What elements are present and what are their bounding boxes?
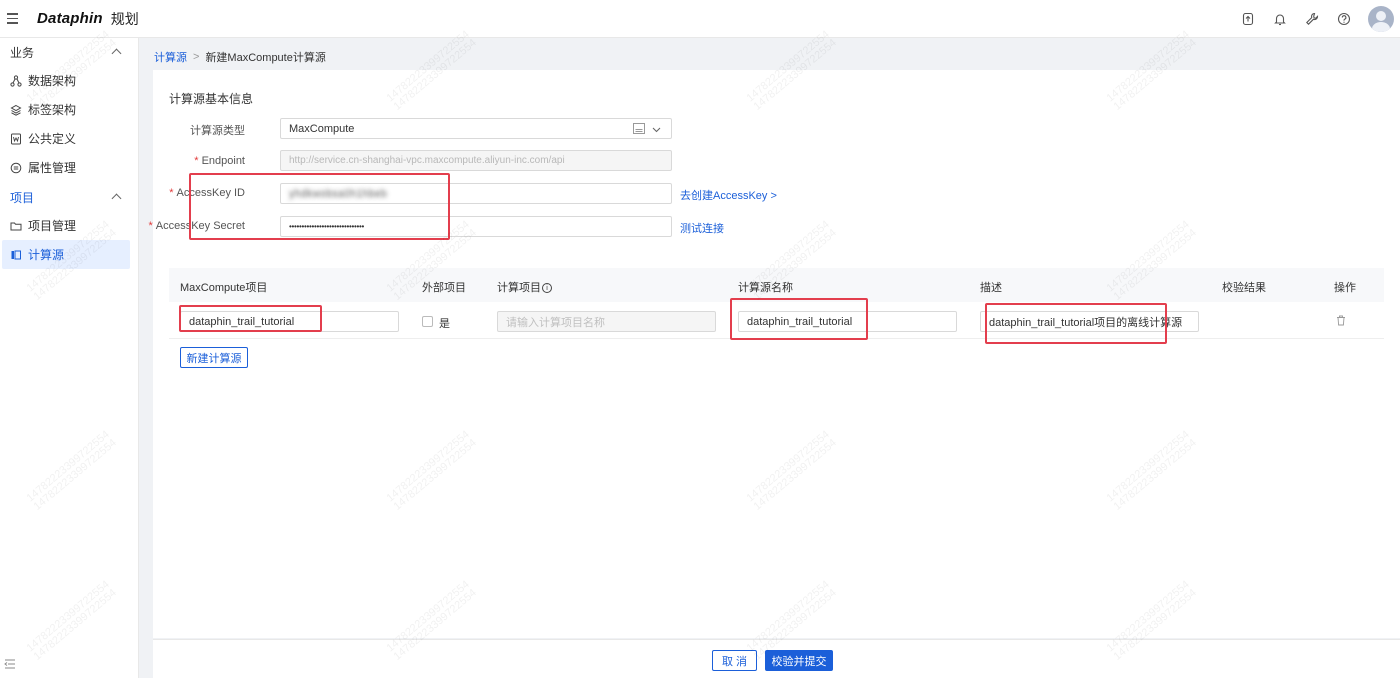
user-avatar[interactable] [1368, 6, 1394, 32]
document-icon [10, 133, 22, 145]
module-title: 规划 [110, 10, 139, 27]
endpoint-label: * Endpoint [194, 155, 245, 167]
sidebar-item-data-architecture[interactable]: 数据架构 [0, 66, 138, 95]
create-accesskey-link[interactable]: 去创建AccessKey > [680, 187, 777, 203]
collapse-sidebar-icon[interactable] [4, 658, 16, 669]
delete-icon[interactable] [1336, 315, 1346, 329]
main-panel: 计算源基本信息 计算源类型 MaxCompute * Endpoint http:… [148, 70, 1400, 638]
wrench-icon[interactable] [1304, 11, 1320, 27]
header-maxcompute-project: MaxCompute项目 [180, 282, 268, 294]
sidebar-item-tag-architecture[interactable]: 标签架构 [0, 95, 138, 124]
header-external-project: 外部项目 [422, 282, 466, 294]
header-compute-project: 计算项目 i [497, 279, 552, 295]
external-project-label: 是 [439, 318, 450, 330]
sidebar-item-compute-source[interactable]: 计算源 [2, 240, 130, 269]
top-bar: Dataphin 规划 [0, 0, 1400, 38]
layers-icon [10, 104, 22, 116]
breadcrumb-current: 新建MaxCompute计算源 [205, 52, 326, 64]
list-icon [633, 123, 645, 137]
header-source-name: 计算源名称 [738, 282, 793, 294]
menu-icon[interactable] [5, 9, 25, 28]
header-validation-result: 校验结果 [1222, 282, 1266, 294]
info-icon[interactable]: i [542, 283, 552, 294]
access-key-secret-input[interactable]: •••••••••••••••••••••••••••••• [280, 216, 672, 237]
sidebar-item-project-management[interactable]: 项目管理 [0, 211, 138, 240]
sidebar-group-project[interactable]: 项目 [0, 183, 138, 211]
validate-submit-button[interactable]: 校验并提交 [765, 650, 833, 671]
sidebar-item-label: 标签架构 [28, 103, 77, 117]
add-compute-source-button[interactable]: 新建计算源 [180, 347, 248, 368]
sidebar-item-label: 公共定义 [28, 132, 77, 146]
compute-project-input[interactable]: 请输入计算项目名称 [497, 311, 716, 332]
maxcompute-project-input[interactable]: dataphin_trail_tutorial [180, 311, 399, 332]
section-title: 计算源基本信息 [169, 92, 254, 106]
sidebar-group-business[interactable]: 业务 [0, 38, 138, 66]
access-key-id-label: * AccessKey ID [169, 187, 245, 199]
architecture-icon [10, 74, 22, 87]
breadcrumb: 计算源 > 新建MaxCompute计算源 [154, 49, 326, 65]
header-description: 描述 [980, 282, 1002, 294]
type-label: 计算源类型 [190, 125, 245, 137]
breadcrumb-parent-link[interactable]: 计算源 [154, 49, 187, 65]
sidebar-item-public-definition[interactable]: 公共定义 [0, 124, 138, 153]
access-key-secret-label: * AccessKey Secret [148, 220, 245, 232]
table-row: dataphin_trail_tutorial 是 请输入计算项目名称 data… [169, 303, 1384, 339]
sidebar-item-label: 计算源 [28, 248, 65, 262]
attribute-icon [10, 162, 22, 174]
cancel-button[interactable]: 取 消 [712, 650, 757, 671]
external-project-checkbox[interactable] [422, 316, 433, 327]
sidebar-group-label: 项目 [10, 190, 35, 205]
sidebar-item-label: 项目管理 [28, 219, 77, 233]
bell-icon[interactable] [1272, 11, 1288, 27]
test-connection-link[interactable]: 测试连接 [680, 220, 724, 236]
compute-source-icon [10, 249, 22, 261]
sidebar: 业务 数据架构 标签架构 公共定义 属性管理 项目 项目管理 计算源 [0, 38, 139, 678]
endpoint-input[interactable]: http://service.cn-shanghai-vpc.maxcomput… [280, 150, 672, 171]
sidebar-item-label: 数据架构 [28, 74, 77, 88]
sidebar-group-label: 业务 [10, 45, 35, 60]
table-header: MaxCompute项目 外部项目 计算项目 i 计算源名称 描述 校验结果 操作 [169, 268, 1384, 302]
folder-icon [10, 220, 22, 232]
sidebar-item-label: 属性管理 [28, 161, 77, 175]
help-icon[interactable] [1336, 11, 1352, 27]
dataphin-logo[interactable]: Dataphin [37, 10, 103, 27]
breadcrumb-separator: > [193, 51, 200, 63]
header-actions: 操作 [1334, 282, 1356, 294]
chevron-down-icon [652, 124, 661, 136]
chevron-up-icon [111, 193, 122, 204]
upgrade-icon[interactable] [1240, 11, 1256, 27]
sidebar-item-attribute-management[interactable]: 属性管理 [0, 153, 138, 182]
access-key-id-input[interactable]: yhdkwobsa0h1hbeb [280, 183, 672, 204]
footer-bar: 取 消 校验并提交 [153, 639, 1400, 678]
source-name-input[interactable]: dataphin_trail_tutorial [738, 311, 957, 332]
chevron-up-icon [111, 48, 122, 59]
description-input[interactable]: dataphin_trail_tutorial项目的离线计算源 [980, 311, 1199, 332]
type-select[interactable]: MaxCompute [280, 118, 672, 139]
